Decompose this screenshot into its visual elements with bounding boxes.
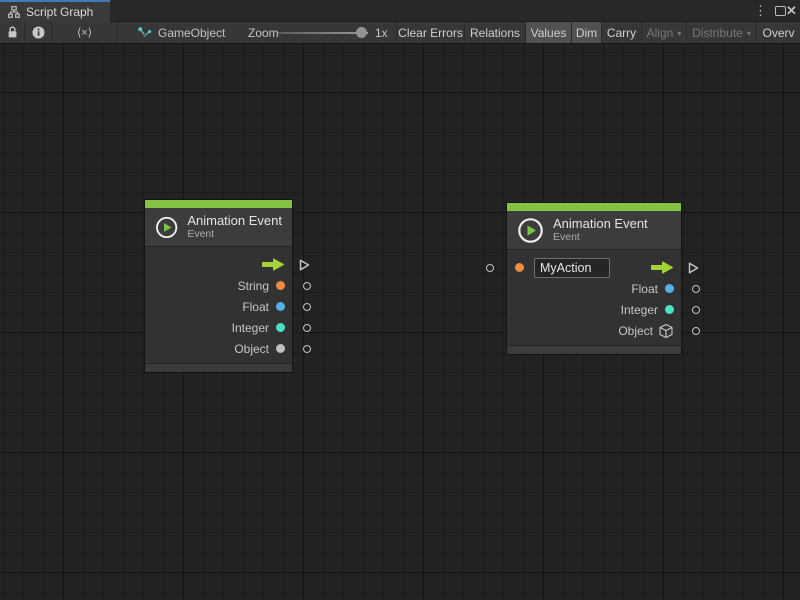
chevron-down-icon: ▾	[747, 29, 751, 38]
dim-button[interactable]: Dim	[572, 22, 602, 43]
value-port-circle[interactable]	[692, 327, 700, 335]
node-color-bar	[507, 203, 681, 211]
port-row-object[interactable]: Object	[145, 338, 292, 359]
flow-port-triangle-icon[interactable]	[688, 261, 699, 274]
value-port-circle[interactable]	[303, 345, 311, 353]
port-row-float[interactable]: Float	[507, 278, 681, 299]
object-port-dot-icon	[276, 344, 285, 353]
string-port-dot-icon	[276, 281, 285, 290]
integer-port-dot-icon	[665, 305, 674, 314]
value-port-circle[interactable]	[692, 285, 700, 293]
code-preview-icon: ⟨×⟩	[77, 26, 92, 39]
info-icon	[32, 26, 45, 39]
value-port-circle[interactable]	[303, 303, 311, 311]
distribute-button[interactable]: Distribute ▾	[687, 22, 757, 43]
tab-bar: Script Graph ⋮ ✕	[0, 0, 800, 22]
chevron-down-icon: ▾	[677, 29, 681, 38]
node-subtitle: Event	[553, 231, 648, 243]
node-color-bar	[145, 200, 292, 208]
integer-port-dot-icon	[276, 323, 285, 332]
value-port-circle[interactable]	[486, 264, 494, 272]
lock-icon	[7, 26, 18, 39]
float-port-dot-icon	[665, 284, 674, 293]
close-icon[interactable]: ✕	[786, 0, 800, 22]
info-button[interactable]	[25, 22, 52, 43]
flow-out-arrow-icon	[650, 261, 674, 274]
event-name-field[interactable]	[534, 258, 610, 278]
node-body: String Float Integer Object	[145, 247, 292, 363]
zoom-slider-track[interactable]	[278, 32, 368, 34]
graph-target[interactable]: GameObject	[137, 22, 225, 43]
values-button[interactable]: Values	[526, 22, 572, 43]
object-cube-icon	[658, 323, 674, 339]
port-row-integer[interactable]: Integer	[507, 299, 681, 320]
node-body: Float Integer Object	[507, 250, 681, 345]
graph-toolbar: ⟨×⟩ GameObject Zoom 1x Clear Errors Rela…	[0, 22, 800, 44]
node-header[interactable]: Animation Event Event	[507, 211, 681, 250]
script-graph-asset-icon	[137, 26, 152, 39]
value-port-circle[interactable]	[303, 324, 311, 332]
string-port-dot-icon	[515, 263, 524, 272]
align-button[interactable]: Align ▾	[642, 22, 687, 43]
lock-button[interactable]	[0, 22, 25, 43]
script-graph-window: Script Graph ⋮ ✕ ⟨×⟩	[0, 0, 800, 600]
graph-hierarchy-icon	[8, 6, 20, 18]
value-port-circle[interactable]	[692, 306, 700, 314]
code-preview-button[interactable]: ⟨×⟩	[52, 22, 118, 43]
zoom-label: Zoom	[248, 22, 279, 43]
flow-out-arrow-icon	[261, 258, 285, 271]
node-animation-event-2[interactable]: Animation Event Event	[507, 203, 681, 354]
overview-button[interactable]: Overv	[757, 22, 800, 43]
maximize-icon[interactable]	[775, 0, 786, 22]
clear-errors-button[interactable]: Clear Errors	[396, 22, 465, 43]
node-footer	[507, 345, 681, 354]
tab-script-graph[interactable]: Script Graph	[0, 0, 110, 22]
value-port-circle[interactable]	[303, 282, 311, 290]
node-header[interactable]: Animation Event Event	[145, 208, 292, 247]
flow-port-triangle-icon[interactable]	[299, 258, 310, 271]
node-title: Animation Event	[553, 217, 648, 232]
event-play-icon	[517, 217, 544, 244]
port-row-integer[interactable]: Integer	[145, 317, 292, 338]
node-footer	[145, 363, 292, 372]
flow-output-row[interactable]	[145, 254, 292, 275]
node-animation-event-1[interactable]: Animation Event Event String	[145, 200, 292, 372]
node-subtitle: Event	[187, 228, 282, 240]
port-row-float[interactable]: Float	[145, 296, 292, 317]
graph-target-label: GameObject	[158, 26, 225, 40]
carry-button[interactable]: Carry	[602, 22, 642, 43]
window-menu-icon[interactable]: ⋮	[754, 0, 767, 22]
graph-canvas[interactable]: Animation Event Event String	[0, 44, 800, 600]
event-name-input-row[interactable]	[507, 257, 681, 278]
tab-title: Script Graph	[26, 5, 93, 19]
float-port-dot-icon	[276, 302, 285, 311]
node-title: Animation Event	[187, 214, 282, 229]
event-play-icon	[155, 214, 178, 241]
relations-button[interactable]: Relations	[465, 22, 526, 43]
zoom-slider-handle[interactable]	[356, 27, 367, 38]
port-row-object[interactable]: Object	[507, 320, 681, 341]
port-row-string[interactable]: String	[145, 275, 292, 296]
zoom-value: 1x	[375, 22, 388, 43]
